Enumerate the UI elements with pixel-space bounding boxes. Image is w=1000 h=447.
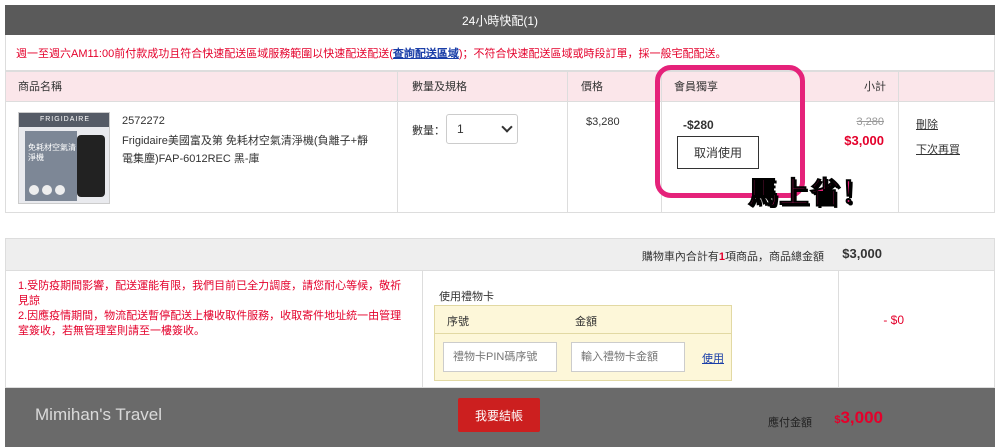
note-line-2: 2.因應疫情期間，物流配送暫停配送上樓收取件服務，收取寄件地址統一由管理室簽收，… [18,310,402,337]
checkout-button[interactable]: 我要結帳 [458,398,540,432]
original-subtotal: 3,280 [856,116,884,128]
gift-card-title: 使用禮物卡 [439,291,494,303]
gift-card-discount: - $0 [883,313,904,327]
product-thumbnail[interactable]: FRIGIDAIRE 免耗材空氣清淨機 [18,112,110,204]
gift-card-panel: 序號 金額 使用 [434,305,732,381]
column-divider [661,72,662,212]
chevron-down-icon [501,121,513,133]
amount-due-value: 3,000 [840,408,883,427]
column-divider [397,72,398,212]
lower-section: 1.受防疫期間影響，配送運能有限，我們目前已全力調度，請您耐心等候，敬祈見諒 2… [5,271,995,388]
column-divider [422,271,423,387]
buy-later-link[interactable]: 下次再買 [916,141,960,157]
header-qty: 數量及規格 [412,81,467,93]
delivery-section-title: 24小時快配(1) [461,13,538,28]
summary-total: $3,000 [842,246,882,261]
notice-text-after: )；不符合快速配送區域或時段訂單，採一般宅配配送。 [458,47,727,60]
air-purifier-image [77,135,105,197]
delivery-section-header: 24小時快配(1) [5,5,995,35]
header-subtotal: 小計 [864,81,886,93]
watermark-text: Mimihan's Travel [35,405,163,424]
gift-card-header: 序號 金額 [435,306,731,334]
notice-text-before: 週一至週六AM11:00前付款成功且符合快速配送區域服務範圍以快速配送配送( [16,47,393,60]
member-discount: -$280 [683,118,714,132]
annotation-text: 馬上省！ [748,177,872,211]
product-code: 2572272 [122,115,165,127]
header-member: 會員獨享 [674,81,718,93]
gift-card-amount-input[interactable] [571,342,685,372]
gift-card-col-amount: 金額 [575,316,597,328]
delivery-area-link[interactable]: 查詢配送區域 [393,45,459,61]
column-divider [567,72,568,212]
cart-summary-bar: 購物車內合計有1項商品，商品總金額 $3,000 [5,238,995,271]
column-divider [838,271,839,387]
header-price: 價格 [581,81,603,93]
product-name-link[interactable]: Frigidaire美國富及第 免耗材空氣清淨機(負離子+靜電集塵)FAP-60… [122,132,372,168]
note-line-1: 1.受防疫期間影響，配送運能有限，我們目前已全力調度，請您耐心等候，敬祈見諒 [18,280,402,307]
summary-label: 購物車內合計有1項商品，商品總金額 [642,248,824,264]
qty-label: 數量： [412,125,445,137]
summary-text-after: 項商品，商品總金額 [725,251,824,263]
unit-price: $3,280 [586,116,620,128]
quantity-select[interactable]: 1 [446,114,518,144]
checkout-footer: Mimihan's Travel 我要結帳 應付金額 $3,000 [5,388,995,447]
amount-due-label: 應付金額 [768,417,812,429]
delivery-notice: 週一至週六AM11:00前付款成功且符合快速配送區域服務範圍以快速配送配送(查詢… [5,35,995,71]
summary-text-before: 購物車內合計有 [641,251,719,263]
cancel-discount-button[interactable]: 取消使用 [677,136,759,169]
thumbnail-text: 免耗材空氣清淨機 [28,143,76,162]
gift-card-col-serial: 序號 [447,316,469,328]
shipping-notes: 1.受防疫期間影響，配送運能有限，我們目前已全力調度，請您耐心等候，敬祈見諒 2… [18,279,408,339]
final-subtotal: $3,000 [844,133,884,148]
gift-card-serial-input[interactable] [443,342,557,372]
thumbnail-brand: FRIGIDAIRE [19,113,109,127]
cart-table-header: 商品名稱 數量及規格 價格 會員獨享 小計 [6,72,994,102]
column-divider [898,72,899,212]
header-product: 商品名稱 [18,81,62,93]
thumbnail-box: 免耗材空氣清淨機 [25,131,77,201]
amount-due: $3,000 [834,408,883,428]
gift-card-use-link[interactable]: 使用 [702,350,724,366]
delete-link[interactable]: 刪除 [916,116,938,132]
thumbnail-feature-icons [29,185,65,195]
quantity-value: 1 [457,122,464,136]
